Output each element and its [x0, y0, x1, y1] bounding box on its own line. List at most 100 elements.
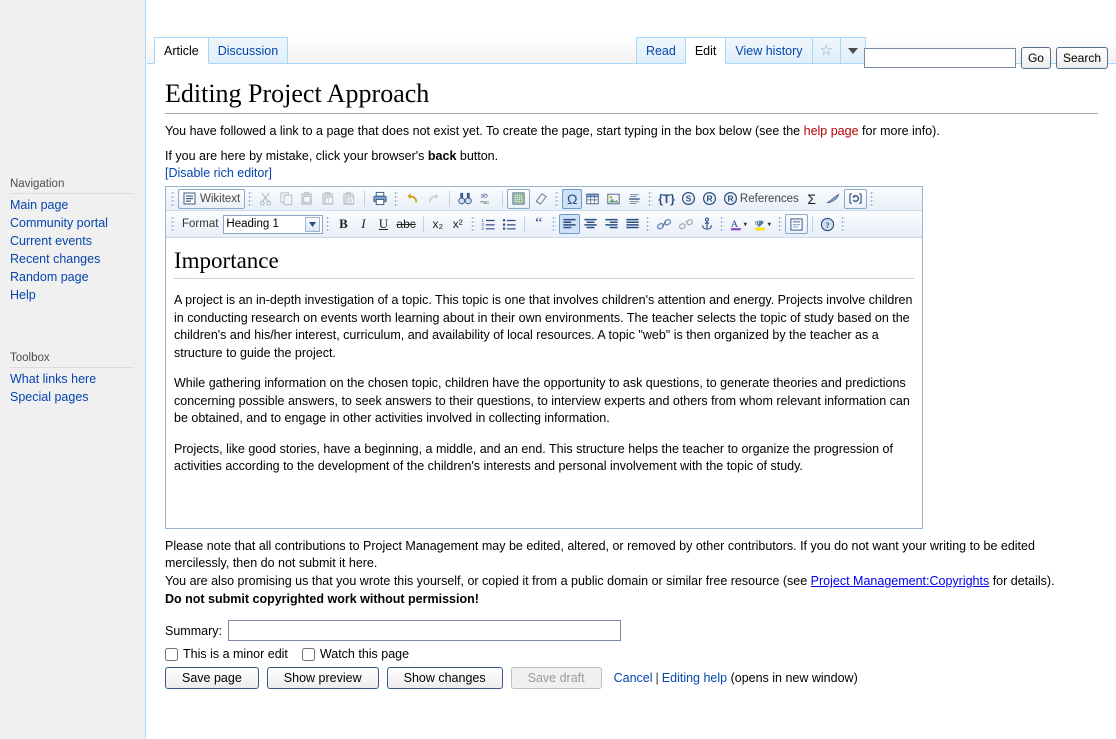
remove-format-button[interactable] — [530, 189, 552, 209]
signature-button[interactable]: S — [678, 189, 699, 209]
underline-button[interactable]: U — [373, 214, 393, 234]
summary-input[interactable] — [227, 620, 621, 641]
unlink-button[interactable] — [675, 214, 697, 234]
references-button-label: References — [739, 192, 799, 205]
sidebar-item-main-page: Main page — [10, 197, 146, 215]
content-area: Article Discussion Read Edit View histor… — [147, 0, 1116, 739]
toolbar-grip[interactable] — [777, 216, 782, 232]
text-color-button[interactable]: A — [727, 214, 751, 234]
print-button[interactable] — [369, 189, 391, 209]
tab-article[interactable]: Article — [154, 37, 209, 64]
insert-table-button[interactable] — [582, 189, 603, 209]
editing-help-link[interactable]: Editing help — [662, 671, 727, 685]
special-char-button[interactable]: Ω — [562, 188, 583, 209]
sidebar-link-special-pages[interactable]: Special pages — [10, 390, 89, 404]
sidebar-link-main-page[interactable]: Main page — [10, 198, 68, 212]
minor-edit-label[interactable]: This is a minor edit — [183, 647, 288, 661]
bulleted-list-icon — [502, 219, 516, 230]
paste-text-button[interactable]: T — [318, 189, 339, 209]
toolbar-grip[interactable] — [551, 216, 556, 232]
copy-button[interactable] — [276, 189, 297, 209]
sidebar-link-random-page[interactable]: Random page — [10, 270, 89, 284]
select-all-button[interactable] — [507, 188, 531, 209]
sidebar-item-random-page: Random page — [10, 269, 146, 287]
disable-rich-editor-link[interactable]: [Disable rich editor] — [165, 166, 272, 180]
help-button[interactable]: ? — [817, 214, 838, 234]
find-button[interactable] — [454, 189, 476, 209]
show-blocks-button[interactable] — [784, 214, 808, 234]
save-page-button[interactable]: Save page — [165, 667, 259, 689]
toolbar-grip[interactable] — [248, 190, 253, 207]
tab-discussion[interactable]: Discussion — [207, 37, 289, 64]
anchor-button[interactable] — [697, 214, 717, 234]
watch-page-checkbox[interactable] — [301, 647, 315, 661]
show-preview-button[interactable]: Show preview — [266, 667, 379, 689]
paste-word-button[interactable]: W — [339, 189, 360, 209]
toolbar-grip[interactable] — [171, 216, 175, 232]
minor-edit-checkbox[interactable] — [165, 647, 178, 661]
quote-icon: “ — [535, 215, 543, 232]
edit-content-paragraph: Projects, like good stories, have a begi… — [174, 441, 893, 474]
watch-page-label[interactable]: Watch this page — [320, 647, 409, 661]
cancel-link[interactable]: Cancel — [614, 671, 653, 685]
insert-image-button[interactable] — [603, 189, 624, 209]
bulleted-list-button[interactable] — [499, 214, 520, 234]
highlight-color-button[interactable]: ab — [751, 214, 775, 234]
horizontal-rule-button[interactable] — [624, 189, 645, 209]
copyrights-link[interactable]: Project Management:Copyrights — [811, 574, 990, 588]
blockquote-button[interactable]: “ — [529, 214, 549, 234]
link-button[interactable] — [653, 214, 675, 234]
redo-button[interactable] — [423, 189, 445, 209]
sidebar-link-current-events[interactable]: Current events — [10, 234, 92, 248]
toolbar-grip[interactable] — [645, 216, 650, 232]
template-button[interactable]: {T} — [655, 189, 678, 209]
source-sync-button[interactable] — [843, 188, 867, 209]
toolbar-grip[interactable] — [719, 216, 724, 232]
help-icon: ? — [820, 217, 834, 231]
reference-button[interactable]: R — [699, 189, 720, 209]
undo-button[interactable] — [401, 189, 423, 209]
help-page-link[interactable]: help page — [804, 124, 859, 138]
wikitext-button[interactable]: Wikitext — [178, 188, 246, 209]
sidebar-link-help[interactable]: Help — [10, 288, 36, 302]
references-button[interactable]: R References — [720, 189, 802, 209]
superscript-button[interactable]: x² — [448, 214, 468, 234]
math-button[interactable]: Σ — [802, 189, 822, 209]
nowiki-button[interactable] — [822, 189, 844, 209]
numbered-list-button[interactable]: 1 2 3 — [478, 214, 499, 234]
format-select[interactable]: Heading 1 — [223, 214, 324, 234]
show-changes-button[interactable]: Show changes — [386, 667, 503, 689]
align-left-button[interactable] — [558, 214, 580, 234]
toolbar-grip[interactable] — [394, 190, 399, 207]
subscript-button[interactable]: x₂ — [428, 214, 448, 234]
toolbar-grip[interactable] — [171, 190, 175, 207]
toolbar-grip[interactable] — [648, 190, 653, 207]
toolbar-grip[interactable] — [326, 216, 331, 232]
align-right-button[interactable] — [601, 214, 622, 234]
cut-button[interactable] — [255, 189, 276, 209]
italic-button[interactable]: I — [353, 214, 373, 234]
bold-button[interactable]: B — [333, 214, 353, 234]
sidebar-link-community-portal[interactable]: Community portal — [10, 216, 108, 230]
replace-button[interactable]: ab ac — [476, 189, 498, 209]
tab-read[interactable]: Read — [635, 37, 686, 64]
toolbar-grip[interactable] — [555, 190, 560, 207]
paste-button[interactable] — [297, 189, 318, 209]
refresh-source-icon — [849, 193, 862, 204]
toolbar-grip[interactable] — [869, 190, 874, 207]
copyright-warning: Do not submit copyrighted work without p… — [165, 592, 479, 606]
more-actions-button[interactable] — [840, 37, 866, 64]
sidebar-link-recent-changes[interactable]: Recent changes — [10, 252, 100, 266]
toolbar-separator — [449, 190, 451, 207]
strikethrough-button[interactable]: abc — [393, 214, 418, 234]
toolbar-grip[interactable] — [840, 216, 845, 232]
align-justify-button[interactable] — [622, 214, 643, 234]
wikitext-button-label: Wikitext — [200, 192, 241, 205]
align-center-button[interactable] — [580, 214, 601, 234]
tab-view-history[interactable]: View history — [725, 37, 813, 64]
tab-edit[interactable]: Edit — [684, 37, 727, 64]
toolbar-grip[interactable] — [470, 216, 475, 232]
wysiwyg-edit-area[interactable]: Importance A project is an in-depth inve… — [166, 238, 922, 528]
sidebar-link-what-links-here[interactable]: What links here — [10, 372, 96, 386]
watch-star-button[interactable]: ☆ — [811, 37, 841, 64]
